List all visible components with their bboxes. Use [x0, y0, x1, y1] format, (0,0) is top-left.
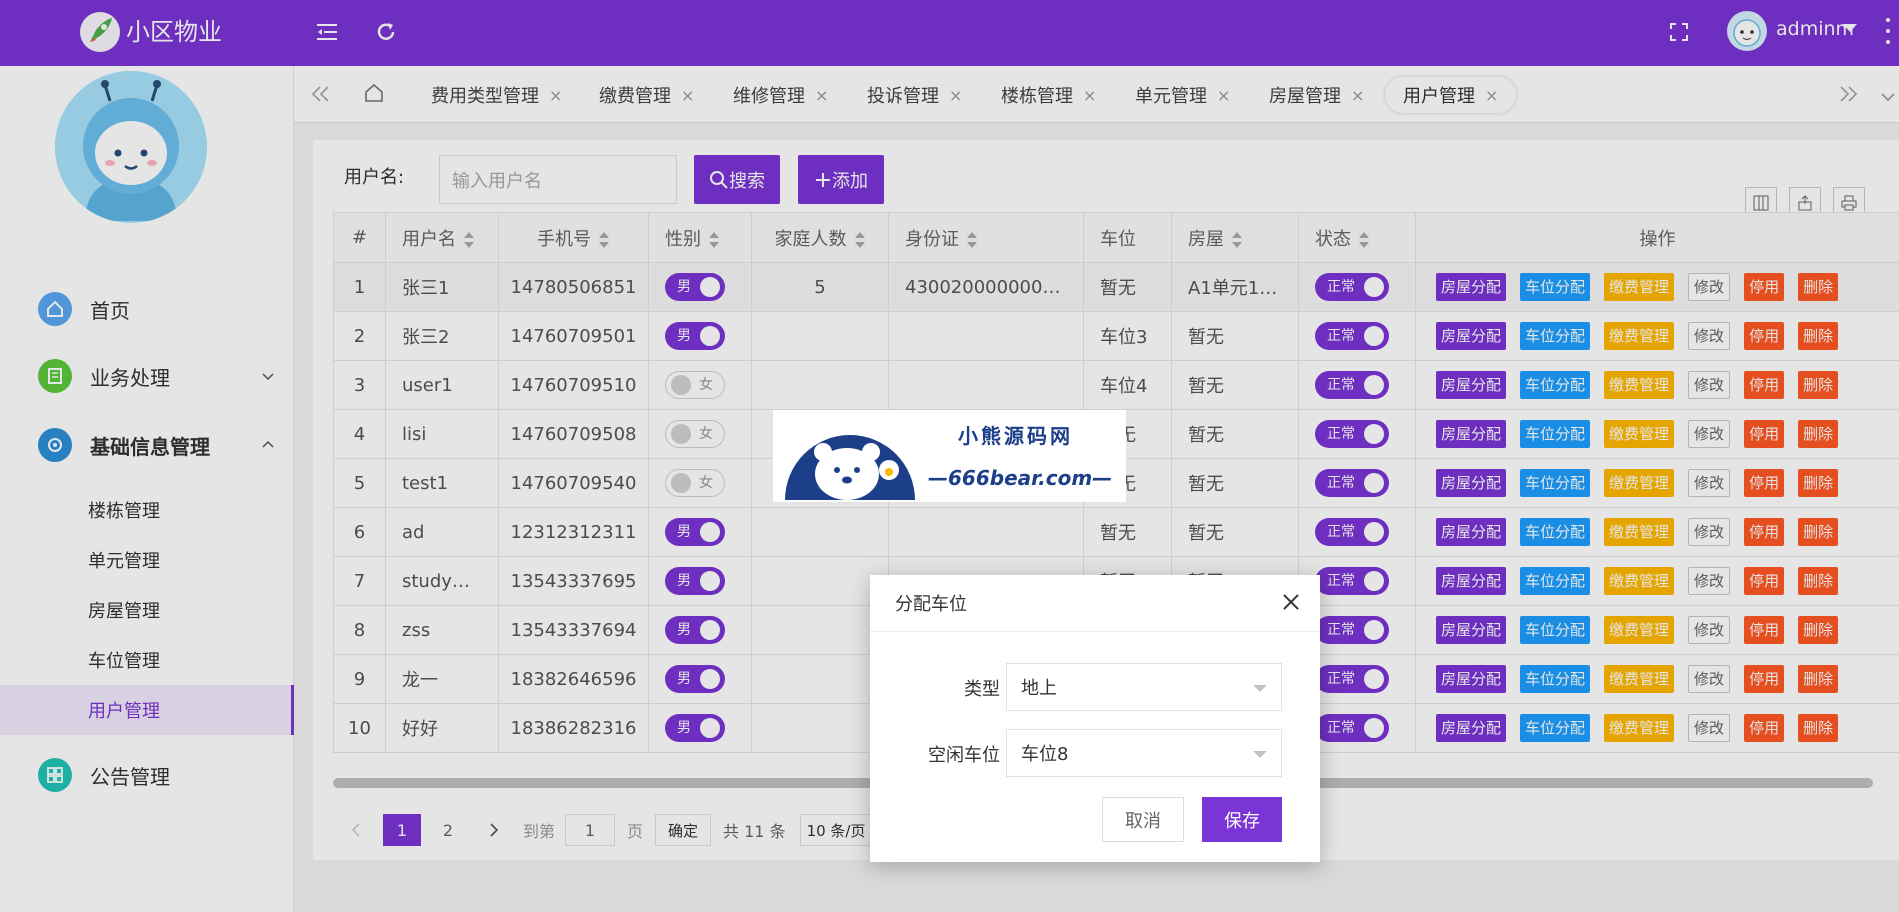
free-spot-select-value: 车位8: [1021, 744, 1069, 765]
type-label: 类型: [964, 679, 1000, 700]
chevron-down-icon: [1253, 751, 1267, 758]
bear-logo-icon: [785, 435, 915, 500]
dialog-divider: [870, 631, 1320, 632]
chevron-down-icon: [1253, 685, 1267, 692]
free-spot-label: 空闲车位: [928, 745, 1000, 766]
type-select-value: 地上: [1021, 678, 1057, 699]
watermark-line-1: 小熊源码网: [958, 424, 1073, 448]
dialog-title: 分配车位: [895, 594, 967, 615]
watermark-logo: 小熊源码网 —666bear.com—: [773, 410, 1126, 502]
free-spot-select[interactable]: 车位8: [1006, 729, 1282, 777]
watermark-line-2: —666bear.com—: [928, 466, 1113, 490]
type-select[interactable]: 地上: [1006, 663, 1282, 711]
close-icon[interactable]: [1282, 593, 1300, 611]
save-button[interactable]: 保存: [1202, 797, 1282, 842]
assign-parking-dialog: 分配车位 类型 地上 空闲车位 车位8 取消 保存: [870, 575, 1320, 862]
cancel-button[interactable]: 取消: [1102, 797, 1184, 842]
